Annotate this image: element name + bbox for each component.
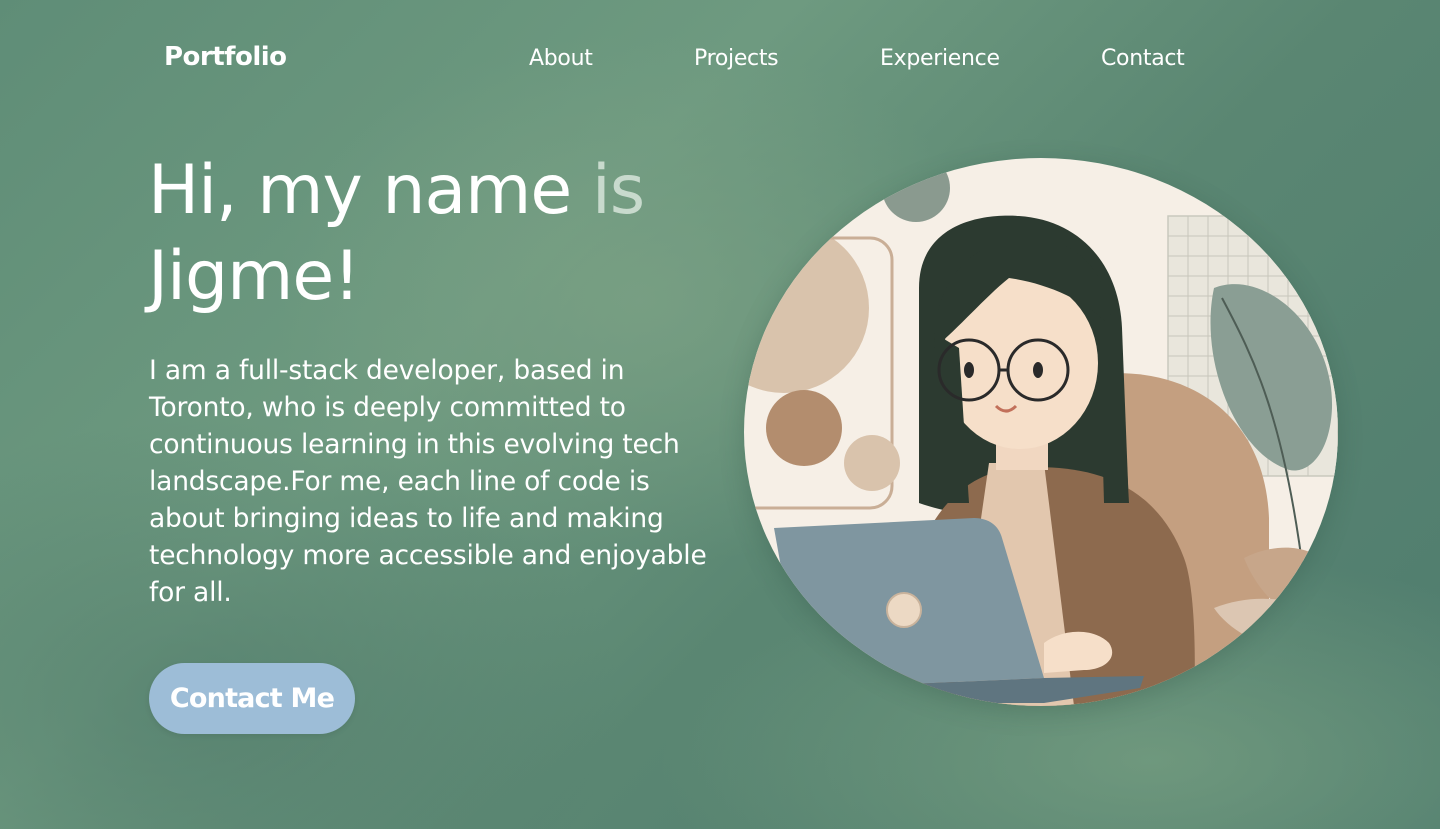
hero-title-greeting: Hi, my name <box>148 151 592 230</box>
hero-title-is: is <box>591 151 645 230</box>
nav-link-contact[interactable]: Contact <box>1101 46 1185 71</box>
contact-me-button[interactable]: Contact Me <box>149 663 355 734</box>
hero-description: I am a full-stack developer, based in To… <box>149 355 707 608</box>
top-navigation: Portfolio About Projects Experience Cont… <box>0 40 1440 80</box>
developer-portrait-illustration <box>744 158 1338 706</box>
brand-logo[interactable]: Portfolio <box>164 42 287 72</box>
hero-title: Hi, my name is Jigme! <box>148 148 708 320</box>
nav-link-about[interactable]: About <box>529 46 593 71</box>
hero-title-name: Jigme! <box>148 237 360 316</box>
nav-link-experience[interactable]: Experience <box>880 46 1000 71</box>
nav-link-projects[interactable]: Projects <box>694 46 779 71</box>
